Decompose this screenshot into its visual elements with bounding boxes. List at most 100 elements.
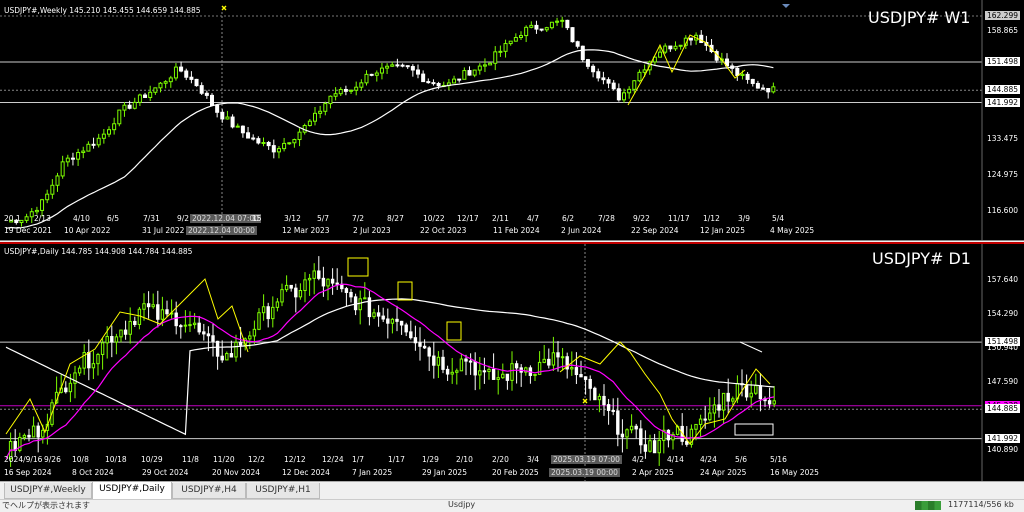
tab-daily[interactable]: USDJPY#,Daily xyxy=(92,482,172,500)
weekly-price-label: 116.600 xyxy=(986,205,1018,215)
weekly-candle-body xyxy=(168,77,173,83)
daily-date-label: 24 Apr 2025 xyxy=(700,468,747,477)
status-profile: Usdjpy xyxy=(448,500,476,509)
daily-candle-body xyxy=(179,325,183,328)
weekly-candle-body xyxy=(503,43,508,52)
daily-candle-body xyxy=(726,392,730,402)
weekly-crosshair-marker xyxy=(221,5,227,11)
daily-candle-body xyxy=(317,270,321,279)
weekly-price-label: 124.975 xyxy=(986,170,1018,180)
weekly-axis-label: 4/10 xyxy=(73,214,90,223)
daily-candle-body xyxy=(643,444,648,452)
weekly-candle-body xyxy=(400,64,405,67)
daily-candle-body xyxy=(703,418,707,421)
daily-candle-body xyxy=(183,324,188,327)
weekly-candle-body xyxy=(184,70,189,78)
weekly-candle-body xyxy=(591,65,596,73)
daily-candle-body xyxy=(206,333,211,337)
daily-chart-canvas[interactable] xyxy=(0,244,1024,482)
daily-candle-body xyxy=(165,309,169,315)
daily-candle-body xyxy=(137,308,142,325)
weekly-candle-body xyxy=(343,88,348,92)
daily-candle-body xyxy=(77,367,82,374)
daily-candle-body xyxy=(639,428,643,446)
weekly-date-label: 4 May 2025 xyxy=(770,226,815,235)
daily-candle-body xyxy=(551,352,556,366)
weekly-candle-body xyxy=(416,69,420,75)
daily-axis-label: 1/29 xyxy=(422,455,439,464)
weekly-candle-body xyxy=(153,87,158,93)
weekly-candle-body xyxy=(627,88,632,94)
daily-candle-body xyxy=(211,335,215,342)
daily-date-label: 29 Jan 2025 xyxy=(422,468,467,477)
daily-candle-body xyxy=(491,368,496,380)
weekly-candle-body xyxy=(472,69,477,76)
weekly-candle-body xyxy=(251,137,256,140)
weekly-axis-label: 9/2 xyxy=(177,214,190,223)
daily-candle-body xyxy=(353,296,358,311)
daily-chart-pane[interactable]: USDJPY#,Daily 144.785 144.908 144.784 14… xyxy=(0,242,1024,482)
daily-candle-body xyxy=(606,404,611,411)
daily-candle-body xyxy=(487,368,491,372)
tab-weekly[interactable]: USDJPY#,Weekly xyxy=(4,483,92,499)
weekly-candle-body xyxy=(271,145,276,153)
daily-candle-body xyxy=(450,371,454,375)
daily-candle-body xyxy=(629,425,634,431)
weekly-candle-body xyxy=(369,73,374,76)
daily-candle-body xyxy=(119,329,123,338)
daily-candle-body xyxy=(133,320,137,325)
weekly-chart-pane[interactable]: USDJPY#,Weekly 145.210 145.455 144.659 1… xyxy=(0,0,1024,241)
daily-candle-body xyxy=(321,277,326,287)
weekly-candle-body xyxy=(467,70,472,76)
daily-axis-label: 4/24 xyxy=(700,455,717,464)
daily-candle-body xyxy=(455,370,459,373)
daily-price-label: 157.640 xyxy=(986,274,1018,284)
weekly-candle-body xyxy=(101,133,106,139)
weekly-candle-body xyxy=(771,86,776,93)
daily-candle-body xyxy=(685,440,689,445)
daily-annotation-box xyxy=(347,257,369,277)
weekly-moving-average xyxy=(5,49,774,229)
weekly-axis-label: 5/7 xyxy=(317,214,330,223)
weekly-axis-label: 2/13 xyxy=(34,214,51,223)
daily-candle-body xyxy=(436,356,441,366)
daily-axis-label: 3/4 xyxy=(527,455,540,464)
daily-candle-body xyxy=(464,358,468,362)
tab-h4[interactable]: USDJPY#,H4 xyxy=(172,483,246,499)
weekly-candle-body xyxy=(405,65,410,68)
weekly-candle-body xyxy=(256,138,261,144)
daily-candle-body xyxy=(404,324,408,333)
weekly-candle-body xyxy=(122,104,127,111)
daily-candle-body xyxy=(597,395,602,401)
weekly-candle-body xyxy=(173,66,178,79)
daily-chart-title: USDJPY#,Daily 144.785 144.908 144.784 14… xyxy=(4,247,193,256)
daily-candle-body xyxy=(413,337,418,344)
daily-candle-body xyxy=(105,336,109,344)
daily-price-label: 154.290 xyxy=(986,308,1018,318)
daily-price-tag: 141.992 xyxy=(984,433,1020,443)
weekly-chart-title: USDJPY#,Weekly 145.210 145.455 144.659 1… xyxy=(4,6,201,15)
weekly-candle-body xyxy=(215,104,220,113)
daily-candle-body xyxy=(284,284,289,291)
weekly-candle-body xyxy=(117,109,122,125)
daily-candle-body xyxy=(294,287,298,298)
weekly-candle-body xyxy=(513,37,518,42)
weekly-candle-body xyxy=(91,143,96,146)
daily-candle-body xyxy=(708,412,712,421)
weekly-date-label: 22 Sep 2024 xyxy=(631,226,679,235)
weekly-candle-body xyxy=(585,59,590,67)
weekly-candle-body xyxy=(40,199,45,211)
weekly-price-label: 158.865 xyxy=(986,25,1018,35)
tab-h1[interactable]: USDJPY#,H1 xyxy=(246,483,320,499)
daily-axis-label: 1/17 xyxy=(388,455,405,464)
daily-candle-body xyxy=(390,318,395,324)
weekly-candle-body xyxy=(431,82,436,85)
daily-candle-body xyxy=(588,378,592,389)
daily-candle-body xyxy=(110,336,114,343)
weekly-candle-body xyxy=(45,193,50,201)
weekly-chart-canvas[interactable] xyxy=(0,0,1024,240)
daily-date-label: 20 Feb 2025 xyxy=(492,468,539,477)
weekly-candle-body xyxy=(354,86,359,91)
weekly-axis-label: 15 xyxy=(252,214,262,223)
weekly-candle-body xyxy=(493,51,498,64)
